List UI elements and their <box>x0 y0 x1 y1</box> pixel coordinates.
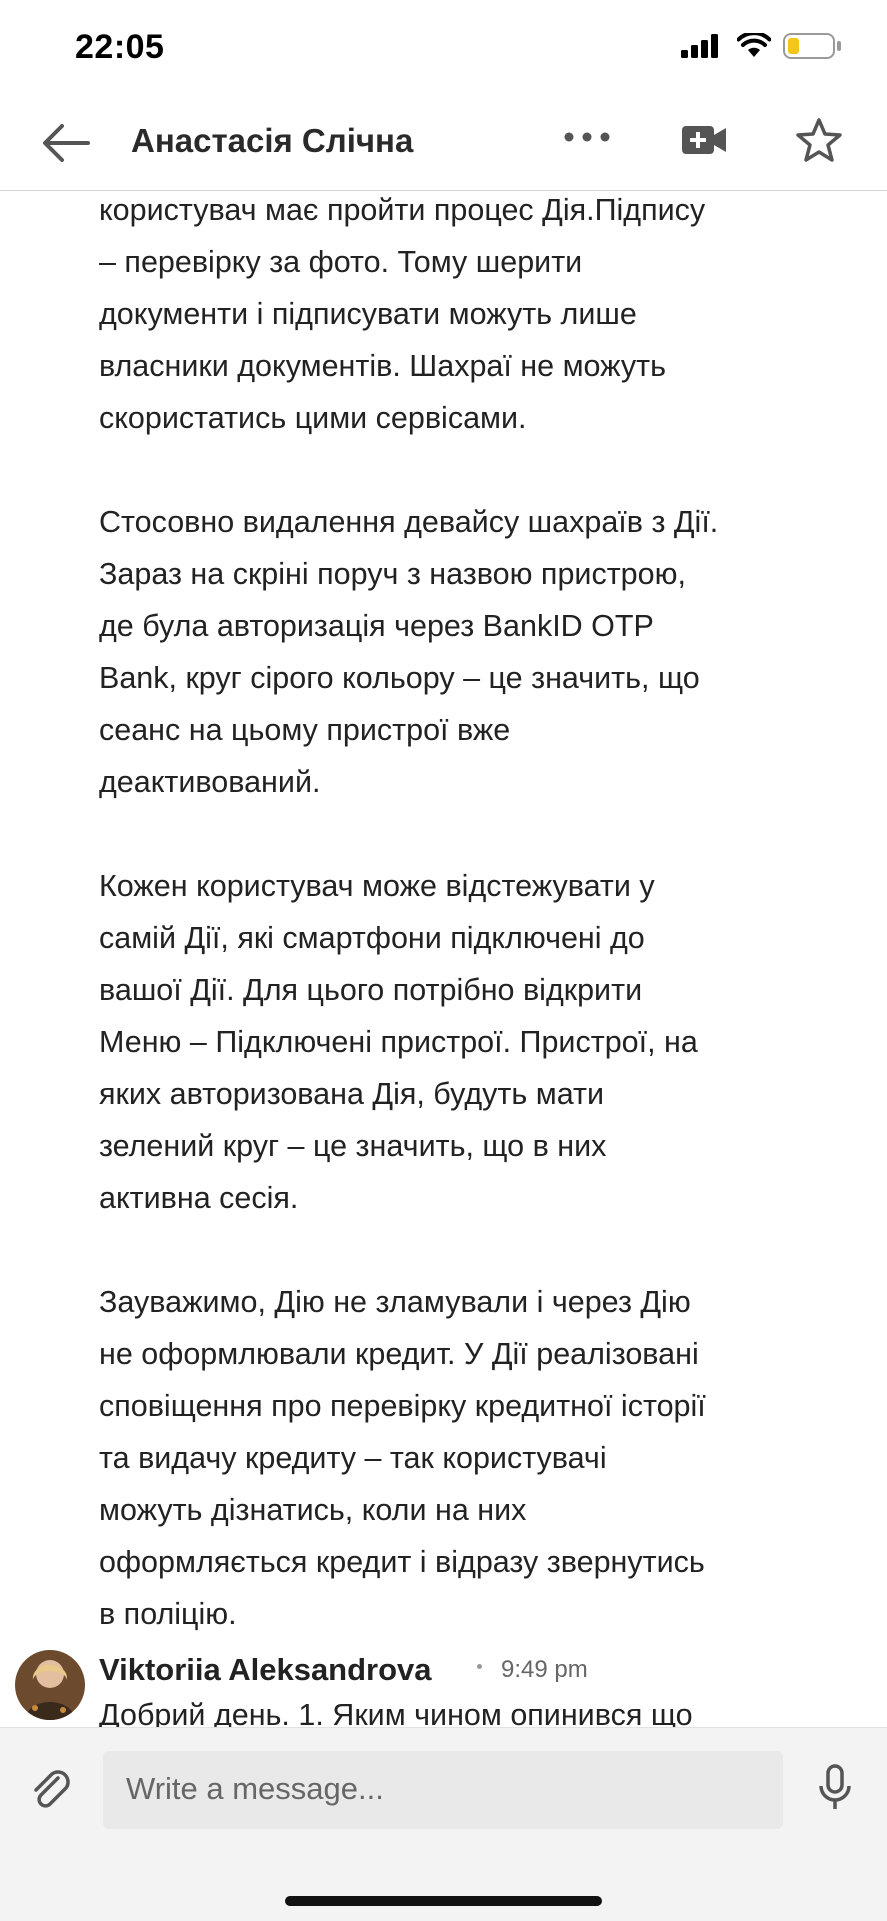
separator-dot <box>477 1664 482 1669</box>
battery-low-icon <box>783 33 841 59</box>
star-icon[interactable] <box>794 116 844 166</box>
message-composer: Write a message... <box>0 1727 887 1921</box>
message-paragraph: Кожен користувач може відстежувати у сам… <box>99 869 698 1215</box>
chat-header: Анастасія Слічна <box>0 98 887 191</box>
message-sender-row: Viktoriia Aleksandrova 9:49 pm Добрий де… <box>15 1650 875 1732</box>
more-icon[interactable] <box>563 130 611 144</box>
message-paragraph: користувач має пройти процес Дія.Підпису… <box>99 193 706 435</box>
status-bar: 22:05 <box>0 0 887 98</box>
status-time: 22:05 <box>75 28 165 66</box>
message-input-placeholder: Write a message... <box>126 1771 384 1806</box>
home-indicator <box>285 1896 602 1906</box>
attachment-icon[interactable] <box>28 1766 76 1814</box>
back-arrow-icon[interactable] <box>40 120 92 166</box>
microphone-icon[interactable] <box>818 1764 852 1812</box>
message-body: користувач має пройти процес Дія.Підпису… <box>99 190 819 1692</box>
avatar[interactable] <box>15 1650 85 1720</box>
message-time: 9:49 pm <box>501 1656 588 1683</box>
signal-icon <box>681 34 718 58</box>
conversation-title[interactable]: Анастасія Слічна <box>131 122 413 160</box>
wifi-icon <box>737 33 771 57</box>
message-paragraph: Зауважимо, Дію не зламували і через Дію … <box>99 1285 706 1631</box>
message-paragraph: Стосовно видалення девайсу шахраїв з Дії… <box>99 505 719 799</box>
video-call-icon[interactable] <box>680 120 728 160</box>
sender-name[interactable]: Viktoriia Aleksandrova <box>99 1652 432 1688</box>
message-input[interactable]: Write a message... <box>103 1751 783 1829</box>
